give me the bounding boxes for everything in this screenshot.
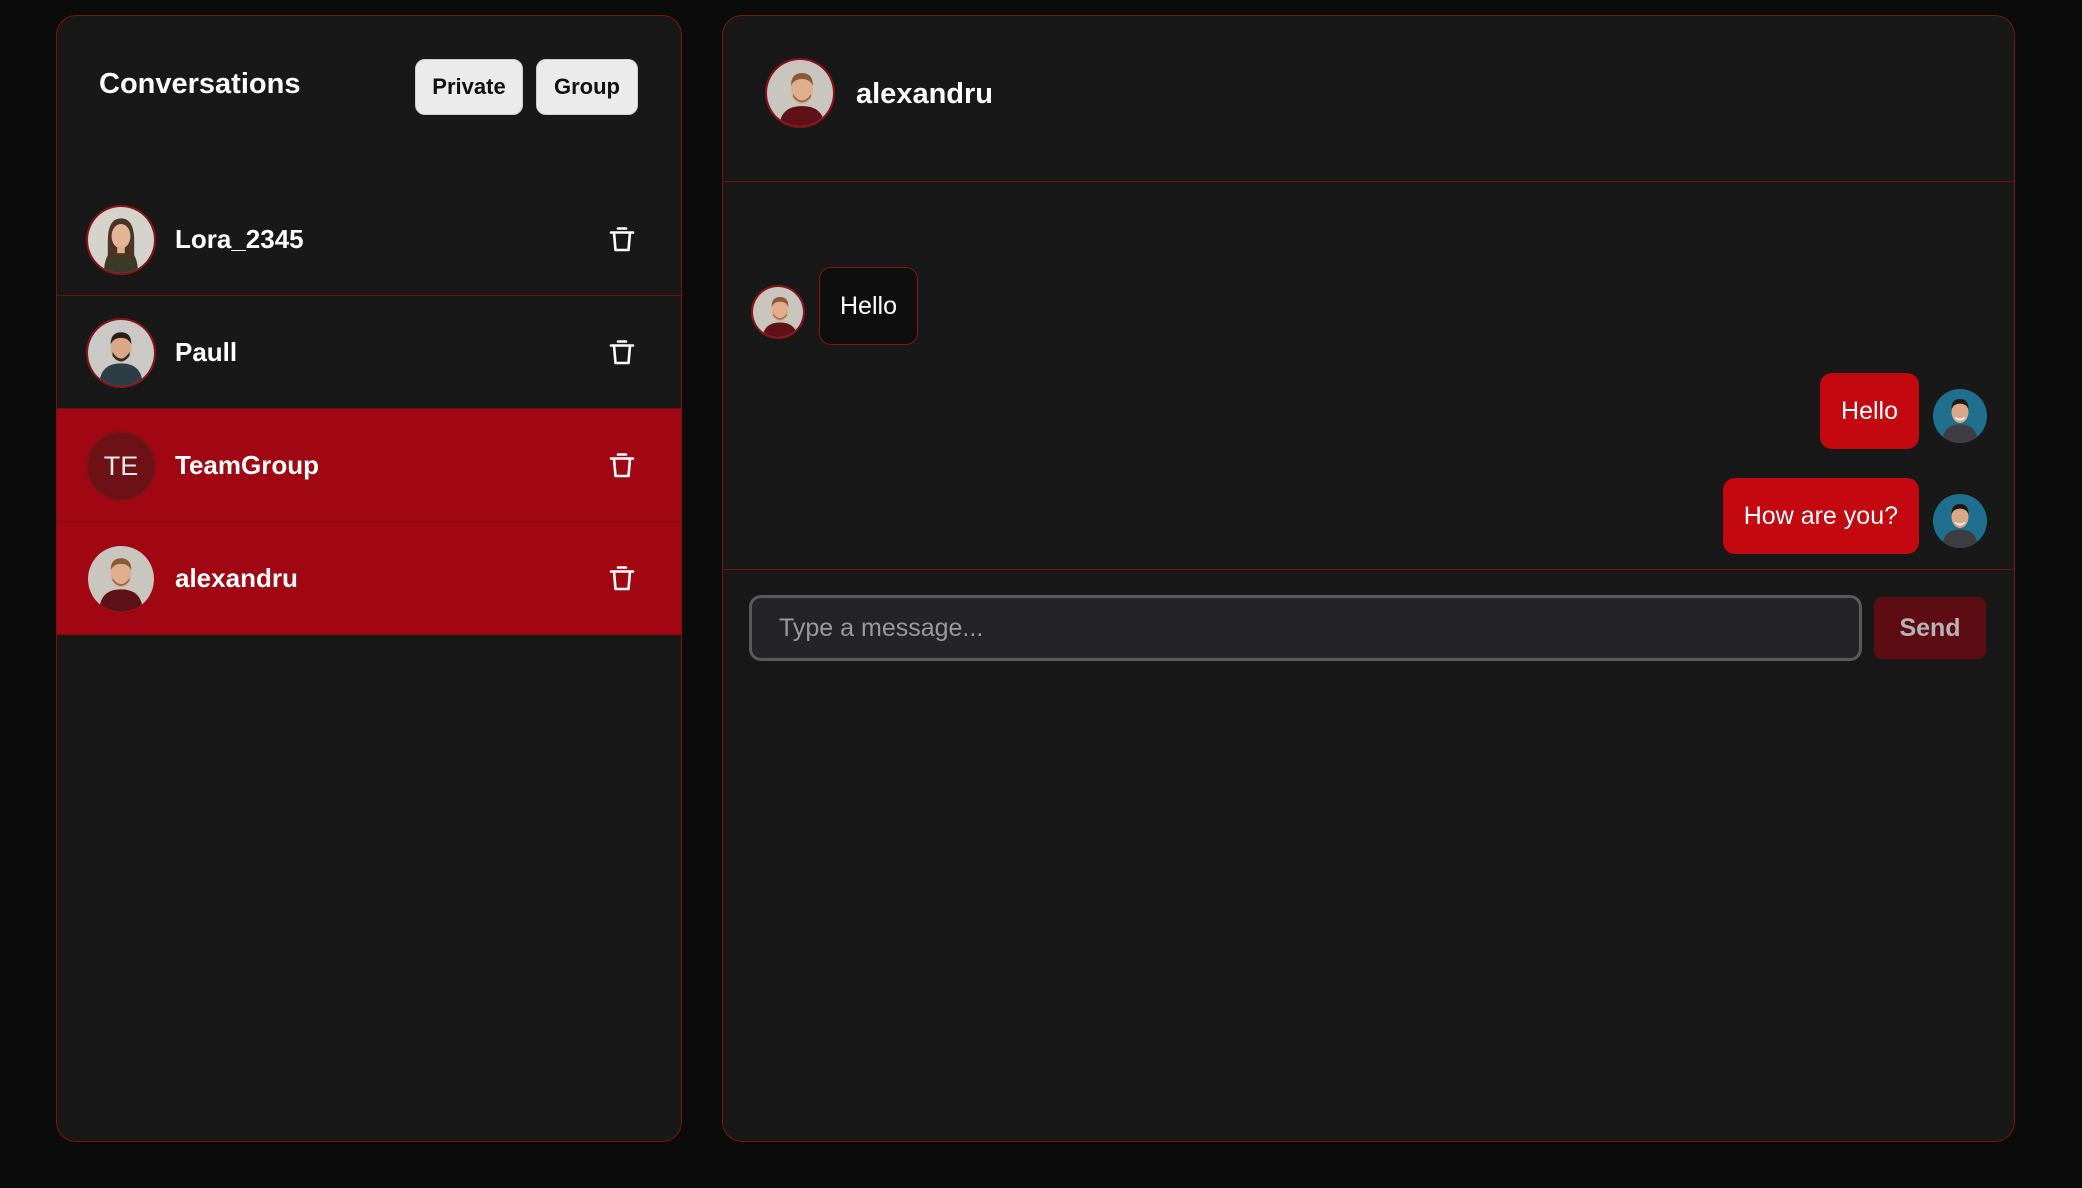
conversation-item-paull[interactable]: Paull xyxy=(57,296,681,409)
message-input[interactable] xyxy=(749,595,1862,661)
private-button[interactable]: Private xyxy=(415,59,523,115)
conversations-title: Conversations xyxy=(99,68,301,100)
conversation-name: alexandru xyxy=(175,562,298,593)
message-list: Hello Hello How are you? xyxy=(723,182,2014,585)
user-avatar xyxy=(1933,389,1987,443)
message-bubble: Hello xyxy=(1820,373,1919,449)
message-bubble: How are you? xyxy=(1722,478,1919,554)
user-avatar xyxy=(1933,494,1987,548)
chat-header: alexandru xyxy=(723,16,2014,182)
conversation-name: Lora_2345 xyxy=(175,223,304,254)
conversation-item-lora[interactable]: Lora_2345 xyxy=(57,183,681,296)
send-button[interactable]: Send xyxy=(1874,597,1986,659)
conversation-name: TeamGroup xyxy=(175,449,319,480)
conversation-item-alexandru[interactable]: alexandru xyxy=(57,522,681,635)
conversation-name: Paull xyxy=(175,336,238,367)
conversation-list: Lora_2345 Paull TE TeamGroup alexandru xyxy=(57,183,681,635)
trash-icon[interactable] xyxy=(609,451,635,479)
trash-icon[interactable] xyxy=(609,338,635,366)
avatar xyxy=(86,205,156,275)
message-outgoing: How are you? xyxy=(1722,478,1987,554)
contact-avatar xyxy=(765,58,835,128)
contact-name: alexandru xyxy=(856,78,993,110)
conversations-header: Conversations Private Group xyxy=(57,16,681,156)
avatar xyxy=(86,544,156,614)
avatar xyxy=(86,318,156,388)
message-bubble: Hello xyxy=(819,267,918,345)
message-outgoing: Hello xyxy=(1820,373,1987,449)
trash-icon[interactable] xyxy=(609,564,635,592)
group-button[interactable]: Group xyxy=(536,59,638,115)
chat-panel: alexandru Hello Hello How are you? Send xyxy=(722,15,2015,1142)
sender-avatar xyxy=(751,285,805,339)
conversation-item-teamgroup[interactable]: TE TeamGroup xyxy=(57,409,681,522)
conversations-panel: Conversations Private Group Lora_2345 Pa… xyxy=(56,15,682,1142)
message-incoming: Hello xyxy=(751,267,918,345)
avatar-initials: TE xyxy=(86,431,156,501)
trash-icon[interactable] xyxy=(609,225,635,253)
message-composer: Send xyxy=(723,569,2014,669)
